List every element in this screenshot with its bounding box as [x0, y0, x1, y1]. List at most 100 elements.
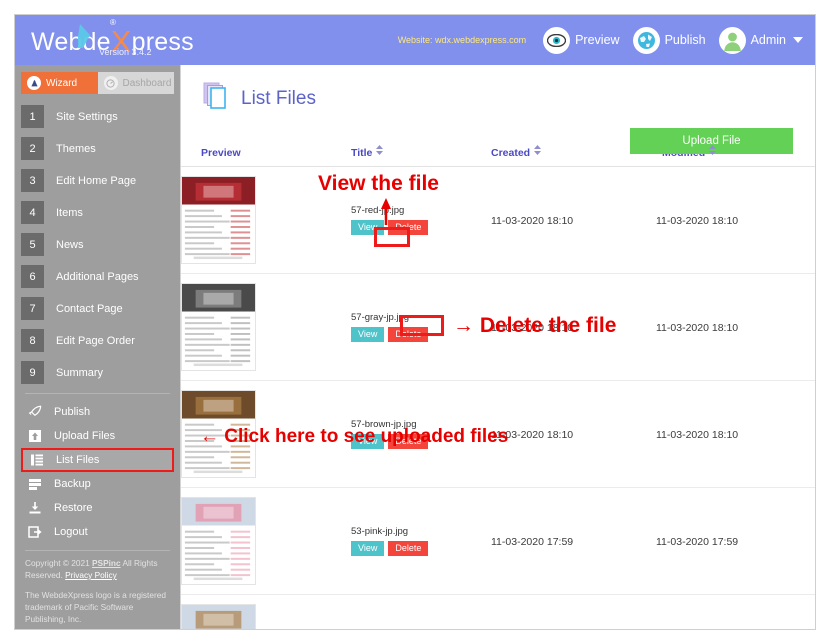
sidebar-step-themes[interactable]: 2 Themes [21, 134, 174, 163]
step-label: Edit Page Order [56, 334, 135, 347]
restore-icon [26, 501, 44, 515]
files-table: Preview Title Created Modified 57-red-jp… [181, 142, 815, 629]
tab-wizard[interactable]: Wizard [21, 72, 98, 94]
tab-wizard-label: Wizard [46, 77, 78, 89]
step-label: News [56, 238, 84, 251]
file-thumbnail[interactable] [181, 283, 256, 371]
sort-icon-modified[interactable] [709, 145, 717, 158]
preview-button[interactable]: Preview [543, 26, 620, 54]
sidebar-item-label: Upload Files [54, 430, 116, 442]
sidebar-item-backup[interactable]: Backup [21, 472, 174, 496]
admin-menu[interactable]: Admin [718, 26, 803, 54]
globe-icon [632, 26, 660, 54]
privacy-policy-link[interactable]: Privacy Policy [65, 570, 117, 580]
delete-button[interactable]: Delete [388, 327, 429, 342]
step-number: 6 [21, 265, 44, 288]
sidebar-step-summary[interactable]: 9 Summary [21, 358, 174, 387]
row-actions: View Delete [351, 541, 491, 556]
sidebar-item-upload-files[interactable]: Upload Files [21, 424, 174, 448]
backup-icon [26, 477, 44, 491]
file-thumbnail[interactable] [181, 497, 256, 585]
column-title-label: Title [351, 147, 373, 159]
column-title[interactable]: Title [351, 142, 491, 167]
rocket-icon [26, 405, 44, 419]
sidebar-item-publish[interactable]: Publish [21, 400, 174, 424]
cell-title: 53-brown.jpgViewDelete [351, 594, 491, 629]
step-label: Contact Page [56, 302, 123, 315]
sort-icon-title[interactable] [376, 145, 384, 158]
delete-button[interactable]: Delete [388, 541, 429, 556]
page-header: List Files [181, 65, 815, 116]
delete-button[interactable]: Delete [388, 434, 429, 449]
file-name: 57-red-jp.jpg [351, 205, 405, 216]
sidebar-step-news[interactable]: 5 News [21, 230, 174, 259]
publish-label: Publish [664, 33, 706, 47]
cell-modified: 11-03-2020 17:59 [656, 594, 815, 629]
file-thumbnail[interactable] [181, 604, 256, 629]
company-link[interactable]: PSPinc [92, 558, 121, 568]
cell-title: 53-pink-jp.jpg View Delete [351, 487, 491, 595]
main-content: List Files Upload File Preview Title Cre… [180, 65, 815, 629]
cell-preview [181, 594, 351, 629]
publish-button[interactable]: Publish [632, 26, 706, 54]
sort-icon-created[interactable] [534, 145, 542, 158]
wizard-icon [27, 76, 41, 90]
chevron-down-icon [793, 37, 803, 43]
step-label: Themes [56, 142, 96, 155]
column-preview-label: Preview [201, 146, 241, 159]
file-thumbnail[interactable] [181, 390, 256, 478]
step-number: 7 [21, 297, 44, 320]
tab-dashboard[interactable]: Dashboard [97, 72, 174, 94]
thumbnail-hero [182, 284, 255, 312]
sidebar-item-list-files[interactable]: List Files [21, 448, 174, 472]
registered-mark: ® [110, 18, 116, 27]
dashboard-icon [103, 76, 118, 90]
sidebar-step-additional-pages[interactable]: 6 Additional Pages [21, 262, 174, 291]
column-created-label: Created [491, 147, 531, 159]
table-row: 57-brown-jp.jpg View Delete 11-03-2020 18:1… [181, 380, 815, 488]
sidebar-divider-1 [25, 393, 170, 394]
modified-date: 11-03-2020 18:10 [656, 215, 739, 227]
avatar [718, 26, 746, 54]
sidebar-step-edit-page-order[interactable]: 8 Edit Page Order [21, 326, 174, 355]
app-header: WebdeXpress ® Version 3.4.2 Website: wdx… [15, 15, 815, 65]
file-thumbnail[interactable] [181, 176, 256, 264]
step-number: 5 [21, 233, 44, 256]
application-window: WebdeXpress ® Version 3.4.2 Website: wdx… [14, 14, 816, 630]
table-row: 57-gray-jp.jpg View Delete 11-03-2020 18:10… [181, 273, 815, 381]
sidebar-item-label: Restore [54, 502, 93, 514]
sidebar-item-restore[interactable]: Restore [21, 496, 174, 520]
app-logo[interactable]: WebdeXpress ® Version 3.4.2 [15, 15, 194, 65]
sidebar-step-items[interactable]: 4 Items [21, 198, 174, 227]
row-actions: View Delete [351, 327, 491, 342]
sidebar-step-site-settings[interactable]: 1 Site Settings [21, 102, 174, 131]
sidebar-item-logout[interactable]: Logout [21, 520, 174, 544]
modified-date: 11-03-2020 18:10 [656, 429, 739, 441]
sidebar-menu: Publish Upload Files List Files Backup Resto… [21, 400, 174, 544]
cell-title: 57-gray-jp.jpg View Delete [351, 273, 491, 381]
modified-date: 11-03-2020 18:10 [656, 322, 739, 334]
sidebar-step-contact-page[interactable]: 7 Contact Page [21, 294, 174, 323]
view-button[interactable]: View [351, 434, 385, 449]
step-number: 4 [21, 201, 44, 224]
delete-button[interactable]: Delete [388, 220, 429, 235]
sidebar-item-label: List Files [56, 454, 100, 466]
created-date: 11-03-2020 18:10 [491, 429, 574, 441]
copyright-pre: Copyright © 2021 [25, 558, 92, 568]
sidebar-divider-2 [25, 550, 170, 551]
thumbnail-hero [182, 391, 255, 419]
view-button[interactable]: View [351, 541, 385, 556]
cell-created: 11-03-2020 17:59 [491, 594, 656, 629]
view-button[interactable]: View [351, 327, 385, 342]
row-actions: View Delete [351, 220, 491, 235]
step-number: 3 [21, 169, 44, 192]
admin-label: Admin [750, 33, 786, 47]
thumbnail-hero [182, 177, 255, 205]
cell-title: 57-red-jp.jpg View Delete [351, 166, 491, 274]
tab-dashboard-label: Dashboard [122, 77, 172, 89]
step-label: Edit Home Page [56, 174, 137, 187]
thumbnail-hero [182, 498, 255, 526]
view-button[interactable]: View [351, 220, 385, 235]
wizard-steps: 1 Site Settings 2 Themes 3 Edit Home Page 4 Ite… [21, 102, 174, 387]
sidebar-step-edit-home-page[interactable]: 3 Edit Home Page [21, 166, 174, 195]
